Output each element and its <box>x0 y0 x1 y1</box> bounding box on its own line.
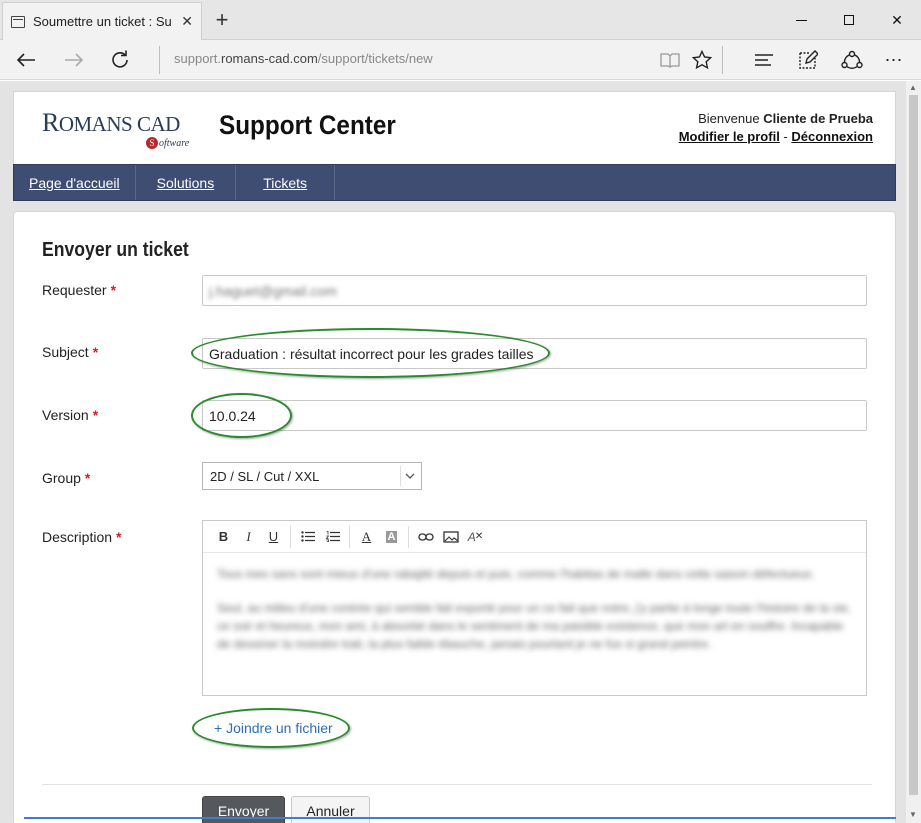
link-icon[interactable] <box>413 526 438 548</box>
more-options-icon[interactable]: ⋯ <box>880 46 908 74</box>
numbered-list-icon[interactable] <box>320 526 345 548</box>
background-color-icon[interactable]: A <box>379 526 404 548</box>
scroll-down-icon[interactable]: ▼ <box>909 810 917 819</box>
image-icon[interactable] <box>438 526 463 548</box>
share-icon[interactable] <box>838 46 866 74</box>
hub-icon[interactable] <box>750 46 778 74</box>
requester-label: Requester * <box>42 282 117 298</box>
main-nav: Page d'accueil Solutions Tickets <box>13 164 896 201</box>
form-heading: Envoyer un ticket <box>42 239 189 261</box>
window-controls: ✕ <box>777 0 921 40</box>
italic-icon[interactable]: I <box>236 526 261 548</box>
vertical-scrollbar[interactable]: ▲ ▼ <box>906 81 921 823</box>
forward-icon[interactable] <box>60 46 88 74</box>
clear-format-icon[interactable]: A ✕ <box>463 526 488 548</box>
bold-icon[interactable]: B <box>211 526 236 548</box>
toolbar-separator <box>722 46 723 74</box>
version-label: Version * <box>42 407 99 423</box>
maximize-icon[interactable] <box>825 0 873 40</box>
minimize-icon[interactable] <box>777 0 825 40</box>
focus-indicator-line <box>24 817 896 819</box>
page-viewport: ROMANS CAD Software Support Center Bienv… <box>0 81 906 823</box>
requester-input[interactable]: j.haguet@gmail.com <box>202 275 867 306</box>
browser-tab[interactable]: Soumettre un ticket : Su ✕ <box>2 2 202 40</box>
site-title: Support Center <box>219 110 396 140</box>
scroll-thumb[interactable] <box>909 95 918 795</box>
scroll-up-icon[interactable]: ▲ <box>909 83 917 92</box>
romans-cad-logo[interactable]: ROMANS CAD Software <box>42 110 189 149</box>
new-tab-icon[interactable]: + <box>208 6 236 34</box>
edit-profile-link[interactable]: Modifier le profil <box>679 129 780 144</box>
page-icon <box>11 15 25 28</box>
nav-solutions[interactable]: Solutions <box>136 165 237 200</box>
address-bar: support.romans-cad.com/support/tickets/n… <box>0 40 921 80</box>
url-field[interactable]: support.romans-cad.com/support/tickets/n… <box>174 51 433 66</box>
subject-input[interactable]: Graduation : résultat incorrect pour les… <box>202 338 867 369</box>
form-divider <box>42 784 872 785</box>
nav-tickets[interactable]: Tickets <box>236 165 336 200</box>
close-window-icon[interactable]: ✕ <box>873 0 921 40</box>
group-label: Group * <box>42 470 91 486</box>
tab-title: Soumettre un ticket : Su <box>33 14 172 29</box>
favorite-star-icon[interactable] <box>688 46 716 74</box>
ticket-form-card: Envoyer un ticket Requester * j.haguet@gm… <box>13 211 896 823</box>
reading-view-icon[interactable] <box>656 46 684 74</box>
chevron-down-icon <box>400 466 418 486</box>
group-select[interactable]: 2D / SL / Cut / XXL <box>202 462 422 490</box>
editor-toolbar: B I U A A A ✕ <box>203 521 866 553</box>
site-header: ROMANS CAD Software Support Center Bienv… <box>13 91 896 164</box>
welcome-box: Bienvenue Cliente de Prueba Modifier le … <box>678 111 873 144</box>
user-name: Cliente de Prueba <box>763 111 873 126</box>
attach-file-link[interactable]: + Joindre un fichier <box>214 720 333 736</box>
refresh-icon[interactable] <box>106 46 134 74</box>
close-tab-icon[interactable]: ✕ <box>181 13 193 30</box>
description-editor: B I U A A A ✕ Tous mes sans sont mieux d… <box>202 520 867 696</box>
back-icon[interactable] <box>12 46 40 74</box>
bullet-list-icon[interactable] <box>295 526 320 548</box>
url-separator <box>159 46 160 74</box>
logout-link[interactable]: Déconnexion <box>791 129 873 144</box>
text-color-icon[interactable]: A <box>354 526 379 548</box>
browser-title-bar: Soumettre un ticket : Su ✕ + ✕ <box>0 0 921 40</box>
nav-home[interactable]: Page d'accueil <box>14 165 136 200</box>
subject-label: Subject * <box>42 344 99 360</box>
underline-icon[interactable]: U <box>261 526 286 548</box>
description-label: Description * <box>42 529 122 545</box>
description-textarea[interactable]: Tous mes sans sont mieux d'une rabajité … <box>203 553 866 681</box>
web-note-icon[interactable] <box>794 46 822 74</box>
version-input[interactable]: 10.0.24 <box>202 400 867 431</box>
